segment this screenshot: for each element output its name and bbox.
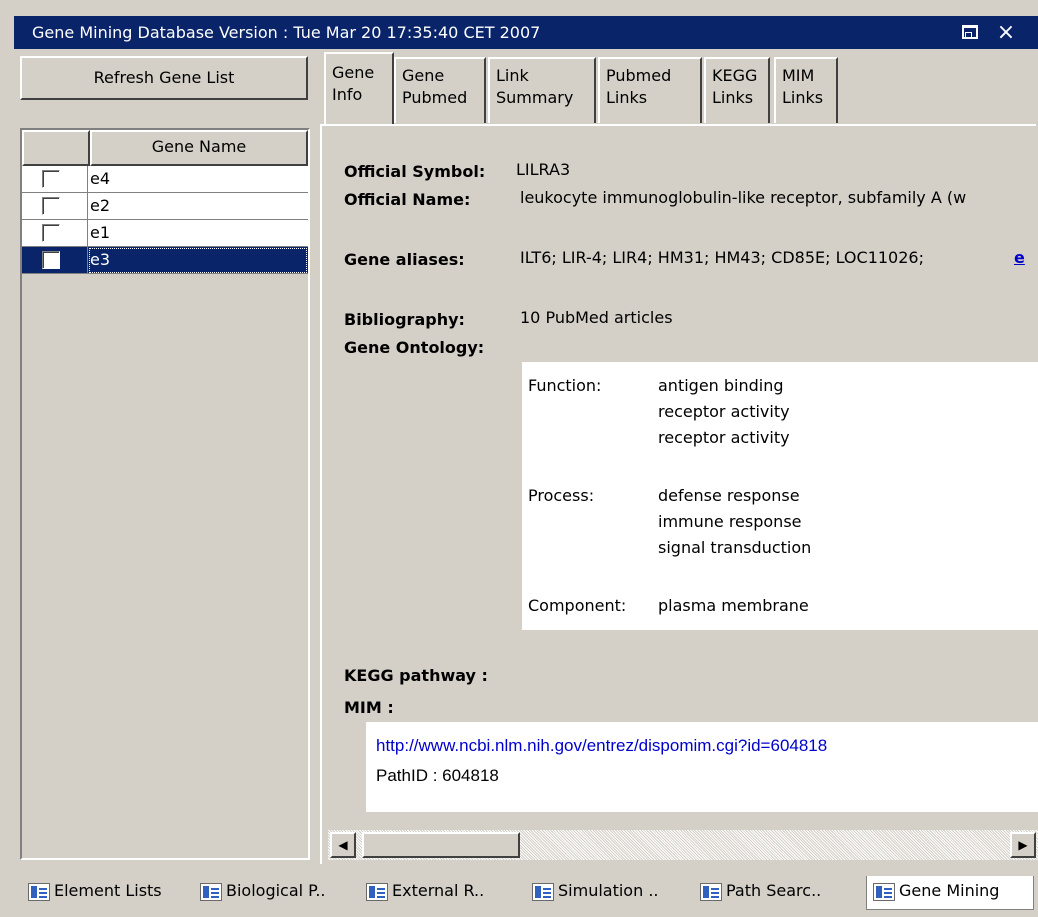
bottom-tab-label: Biological P.. [226, 881, 326, 900]
close-icon[interactable]: × [994, 16, 1018, 49]
view-list-icon [28, 882, 50, 901]
arrow-right-icon: ▶ [1018, 838, 1028, 852]
official-symbol-value: LILRA3 [516, 160, 571, 179]
gene-checkbox[interactable] [42, 224, 60, 242]
view-list-icon [873, 882, 895, 901]
table-row[interactable]: e4 [22, 166, 308, 193]
official-name-value: leukocyte immunoglobulin-like receptor, … [520, 188, 967, 207]
gene-aliases-value: ILT6; LIR-4; LIR4; HM31; HM43; CD85E; LO… [520, 248, 924, 267]
gene-name-column-header[interactable]: Gene Name [90, 130, 308, 166]
titlebar-strip: Gene Mining Database Version : Tue Mar 2… [14, 16, 1038, 49]
tab-label-line2: Summary [496, 88, 574, 107]
gene-ontology-label: Gene Ontology: [344, 338, 485, 357]
tab-label-line1: Gene [402, 66, 445, 85]
tab-label-line2: Links [712, 88, 754, 107]
bibliography-label: Bibliography: [344, 310, 465, 329]
official-symbol-label: Official Symbol: [344, 162, 486, 181]
gene-checkbox[interactable] [42, 170, 60, 188]
tab-label-line2: Pubmed [402, 88, 468, 107]
bottom-tab-label: Gene Mining [899, 881, 1000, 900]
arrow-left-icon: ◀ [338, 838, 348, 852]
bottom-tab-label: Path Searc.. [726, 881, 822, 900]
tab-label-line2: Info [332, 85, 363, 104]
bottom-tab-path-search[interactable]: Path Searc.. [694, 876, 862, 910]
tab-gene-info[interactable]: Gene Info [324, 52, 394, 126]
go-component-item: plasma membrane [658, 596, 809, 615]
tab-label-line1: MIM [782, 66, 815, 85]
go-process-item: immune response [658, 512, 802, 531]
view-list-icon [366, 882, 388, 901]
tab-label-line2: Links [606, 88, 648, 107]
mim-pathid: PathID : 604818 [376, 766, 499, 785]
gene-info-panel: Official Symbol: LILRA3 Official Name: l… [320, 124, 1038, 864]
gene-checkbox[interactable] [42, 197, 60, 215]
refresh-gene-list-button[interactable]: Refresh Gene List [20, 56, 308, 100]
scroll-left-button[interactable]: ◀ [330, 832, 356, 858]
tab-link-summary[interactable]: Link Summary [488, 57, 596, 123]
gene-name-cell[interactable]: e2 [88, 193, 308, 220]
bottom-tab-simulation[interactable]: Simulation .. [526, 876, 690, 910]
bottom-tab-label: Simulation .. [558, 881, 659, 900]
checkbox-cell [22, 166, 88, 193]
bottom-tab-element-lists[interactable]: Element Lists [22, 876, 194, 910]
table-row-selected[interactable]: e3 [22, 247, 308, 274]
tab-label-line2: Links [782, 88, 824, 107]
tab-label-line1: KEGG [712, 66, 758, 85]
bottom-tab-label: Element Lists [54, 881, 162, 900]
kegg-pathway-label: KEGG pathway : [344, 666, 488, 685]
gene-name-cell[interactable]: e4 [88, 166, 308, 193]
bottom-tab-external[interactable]: External R.. [360, 876, 524, 910]
gene-checkbox[interactable] [42, 251, 60, 269]
window-titlebar: Gene Mining Database Version : Tue Mar 2… [0, 0, 1038, 52]
go-process-label: Process: [528, 486, 595, 505]
view-list-icon [200, 882, 222, 901]
tab-mim-links[interactable]: MIM Links [774, 57, 838, 123]
tab-gene-pubmed[interactable]: Gene Pubmed [394, 57, 486, 123]
checkbox-cell [22, 247, 88, 274]
tab-kegg-links[interactable]: KEGG Links [704, 57, 770, 123]
restore-icon[interactable] [962, 25, 978, 39]
bibliography-value: 10 PubMed articles [520, 308, 673, 327]
gene-name-cell[interactable]: e3 [88, 247, 308, 274]
go-component-label: Component: [528, 596, 627, 615]
go-process-item: signal transduction [658, 538, 812, 557]
go-function-label: Function: [528, 376, 602, 395]
tab-label-line1: Link [496, 66, 529, 85]
view-list-icon [700, 882, 722, 901]
go-function-item: receptor activity [658, 428, 790, 447]
table-row[interactable]: e1 [22, 220, 308, 247]
checkbox-cell [22, 193, 88, 220]
bottom-tab-gene-mining[interactable]: Gene Mining [866, 876, 1034, 910]
gene-ontology-box: Function: antigen binding receptor activ… [522, 362, 1038, 630]
tab-pubmed-links[interactable]: Pubmed Links [598, 57, 702, 123]
official-name-label: Official Name: [344, 190, 471, 209]
bottom-tab-label: External R.. [392, 881, 485, 900]
bottom-tab-biological[interactable]: Biological P.. [194, 876, 358, 910]
tab-label-line1: Gene [332, 63, 375, 82]
go-function-item: receptor activity [658, 402, 790, 421]
mim-box: http://www.ncbi.nlm.nih.gov/entrez/dispo… [366, 722, 1038, 812]
view-list-icon [532, 882, 554, 901]
go-process-item: defense response [658, 486, 800, 505]
scroll-right-button[interactable]: ▶ [1010, 832, 1036, 858]
horizontal-scrollbar[interactable]: ◀ ▶ [328, 830, 1038, 860]
checkbox-column-header[interactable] [22, 130, 90, 166]
gene-name-cell[interactable]: e1 [88, 220, 308, 247]
go-function-item: antigen binding [658, 376, 784, 395]
tab-label-line1: Pubmed [606, 66, 672, 85]
mim-label: MIM : [344, 698, 394, 717]
checkbox-cell [22, 220, 88, 247]
table-row[interactable]: e2 [22, 193, 308, 220]
gene-aliases-more-link[interactable]: e [1014, 248, 1025, 267]
gene-info-scroll-area: Official Symbol: LILRA3 Official Name: l… [326, 130, 1038, 862]
gene-aliases-label: Gene aliases: [344, 250, 465, 269]
bottom-tab-bar: Element Lists Biological P.. External R.… [0, 866, 1038, 917]
scrollbar-thumb[interactable] [362, 832, 520, 858]
window-title: Gene Mining Database Version : Tue Mar 2… [32, 23, 541, 42]
mim-link[interactable]: http://www.ncbi.nlm.nih.gov/entrez/dispo… [376, 736, 827, 756]
gene-list-table: Gene Name e4 e2 e1 e3 [20, 128, 310, 860]
